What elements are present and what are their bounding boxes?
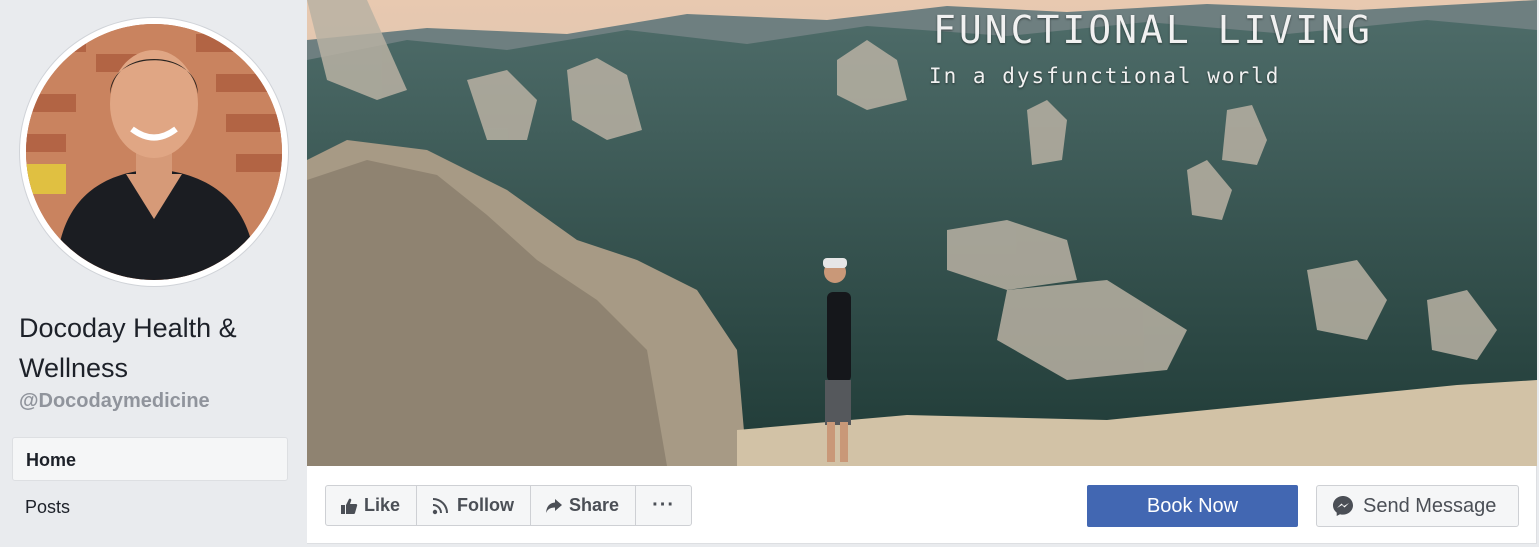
left-sidebar: Docoday Health & Wellness @Docodaymedici… bbox=[0, 0, 306, 547]
follow-button[interactable]: Follow bbox=[417, 486, 532, 525]
profile-photo bbox=[26, 24, 282, 280]
nav-item-posts[interactable]: Posts bbox=[12, 485, 288, 529]
like-label: Like bbox=[364, 495, 401, 515]
follow-rss-icon bbox=[432, 497, 449, 514]
page-actions-group: Like Follow Share ··· bbox=[325, 485, 693, 526]
share-label: Share bbox=[569, 495, 620, 515]
send-message-label: Send Message bbox=[1363, 494, 1497, 517]
like-button[interactable]: Like bbox=[326, 486, 418, 525]
profile-picture[interactable] bbox=[20, 18, 288, 286]
share-icon bbox=[546, 498, 563, 513]
book-now-button[interactable]: Book Now bbox=[1087, 485, 1298, 527]
share-button[interactable]: Share bbox=[531, 486, 637, 525]
cover-landscape bbox=[307, 0, 1537, 466]
nav-item-label: Posts bbox=[25, 497, 71, 517]
cover-subtitle: In a dysfunctional world bbox=[929, 64, 1281, 88]
page-name[interactable]: Docoday Health & Wellness bbox=[19, 308, 289, 388]
more-button[interactable]: ··· bbox=[636, 486, 691, 525]
cover-title: FUNCTIONAL LIVING bbox=[933, 8, 1373, 52]
book-now-label: Book Now bbox=[1146, 494, 1239, 517]
follow-label: Follow bbox=[457, 495, 515, 515]
page-handle[interactable]: @Docodaymedicine bbox=[19, 390, 210, 413]
cover-photo[interactable]: FUNCTIONAL LIVING In a dysfunctional wor… bbox=[307, 0, 1537, 466]
nav-item-home[interactable]: Home bbox=[12, 437, 288, 481]
page-action-bar: Like Follow Share ··· Book Now Send Mess… bbox=[307, 466, 1537, 544]
send-message-button[interactable]: Send Message bbox=[1316, 485, 1519, 527]
like-icon bbox=[341, 498, 358, 514]
messenger-icon bbox=[1333, 496, 1353, 516]
more-icon: ··· bbox=[652, 494, 676, 516]
nav-item-label: Home bbox=[26, 450, 77, 470]
